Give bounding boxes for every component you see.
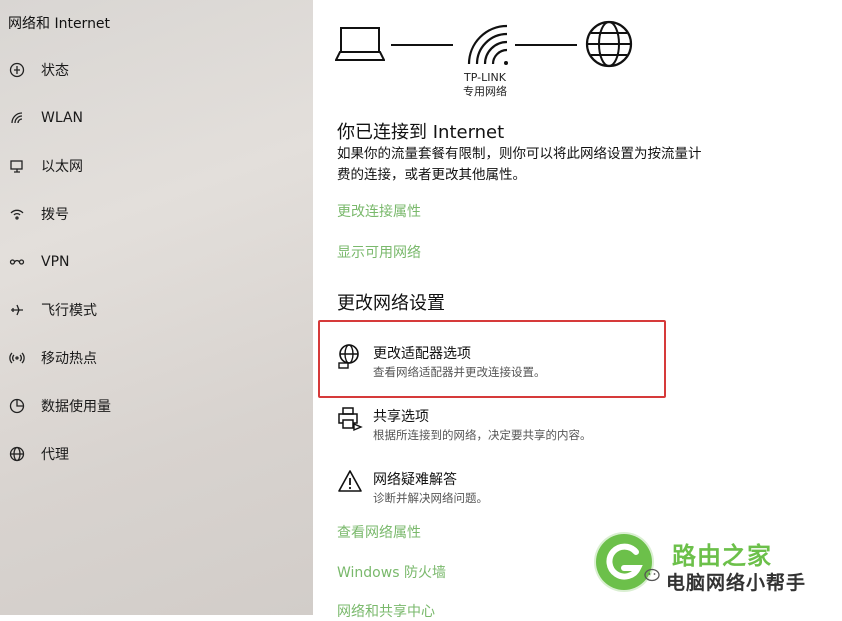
- network-type: 专用网络: [463, 85, 507, 98]
- highlight-box: [318, 320, 666, 398]
- sharing-options[interactable]: 共享选项 根据所连接到的网络，决定要共享的内容。: [333, 401, 663, 447]
- sidebar-item-label: 飞行模式: [41, 303, 97, 319]
- connection-line: [391, 44, 453, 46]
- ethernet-icon: [1, 158, 33, 174]
- sidebar-item-label: 代理: [41, 447, 69, 463]
- sidebar-item-proxy[interactable]: 代理: [0, 434, 313, 474]
- status-text-line: 费的连接，或者更改其他属性。: [337, 167, 526, 183]
- warning-icon: [338, 470, 362, 492]
- network-name: TP-LINK: [464, 71, 506, 84]
- wifi-icon: [1, 110, 33, 126]
- sidebar-item-ethernet[interactable]: 以太网: [0, 146, 313, 186]
- show-available-networks-link[interactable]: 显示可用网络: [337, 242, 421, 262]
- option-title: 网络疑难解答: [373, 472, 457, 488]
- option-title: 共享选项: [373, 409, 429, 425]
- sidebar-item-label: 以太网: [41, 159, 83, 175]
- network-sharing-center-link[interactable]: 网络和共享中心: [337, 601, 435, 621]
- network-diagram: TP-LINK 专用网络: [335, 20, 635, 102]
- sidebar-title: 网络和 Internet: [8, 16, 111, 32]
- sidebar: 网络和 Internet 状态 WLAN 以太网 拨号 VPN 飞行模式 移动热…: [0, 0, 313, 615]
- sidebar-item-airplane[interactable]: 飞行模式: [0, 290, 313, 330]
- change-connection-properties-link[interactable]: 更改连接属性: [337, 201, 421, 221]
- option-description: 诊断并解决网络问题。: [373, 491, 488, 505]
- connection-line: [515, 44, 577, 46]
- sidebar-item-dialup[interactable]: 拨号: [0, 194, 313, 234]
- printer-share-icon: [338, 407, 363, 432]
- sidebar-item-label: 数据使用量: [41, 399, 111, 415]
- view-network-properties-link[interactable]: 查看网络属性: [337, 522, 421, 542]
- watermark-brand: 路由之家: [672, 542, 772, 570]
- sidebar-item-label: 状态: [41, 63, 69, 79]
- main-content: TP-LINK 专用网络 你已连接到 Internet 如果你的流量套餐有限制，…: [313, 0, 842, 620]
- change-network-settings-heading: 更改网络设置: [337, 293, 445, 314]
- sidebar-item-status[interactable]: 状态: [0, 50, 313, 90]
- vpn-icon: [1, 254, 33, 270]
- sidebar-item-vpn[interactable]: VPN: [0, 242, 313, 282]
- laptop-icon: [335, 27, 385, 61]
- internet-globe-icon: [585, 20, 633, 68]
- dialup-icon: [1, 206, 33, 222]
- airplane-icon: [1, 302, 33, 318]
- home-icon: [1, 62, 33, 78]
- hotspot-icon: [1, 350, 33, 366]
- wechat-icon: [644, 568, 660, 582]
- sidebar-item-wlan[interactable]: WLAN: [0, 98, 313, 138]
- status-heading: 你已连接到 Internet: [337, 122, 505, 143]
- watermark-account: 电脑网络小帮手: [666, 572, 807, 594]
- watermark: 路由之家 电脑网络小帮手: [596, 530, 836, 600]
- network-troubleshooter[interactable]: 网络疑难解答 诊断并解决网络问题。: [333, 464, 663, 510]
- data-usage-icon: [1, 398, 33, 414]
- sidebar-item-label: 拨号: [41, 207, 69, 223]
- status-text-line: 如果你的流量套餐有限制，则你可以将此网络设置为按流量计: [337, 146, 702, 162]
- wifi-router-icon: [467, 24, 508, 65]
- status-description: 如果你的流量套餐有限制，则你可以将此网络设置为按流量计 费的连接，或者更改其他属…: [337, 144, 797, 186]
- globe-icon: [1, 446, 33, 462]
- sidebar-item-label: WLAN: [41, 110, 84, 126]
- windows-firewall-link[interactable]: Windows 防火墙: [337, 562, 446, 582]
- sidebar-item-data-usage[interactable]: 数据使用量: [0, 386, 313, 426]
- sidebar-item-label: VPN: [41, 254, 70, 270]
- option-description: 根据所连接到的网络，决定要共享的内容。: [373, 428, 592, 442]
- sidebar-item-label: 移动热点: [41, 351, 97, 367]
- sidebar-item-hotspot[interactable]: 移动热点: [0, 338, 313, 378]
